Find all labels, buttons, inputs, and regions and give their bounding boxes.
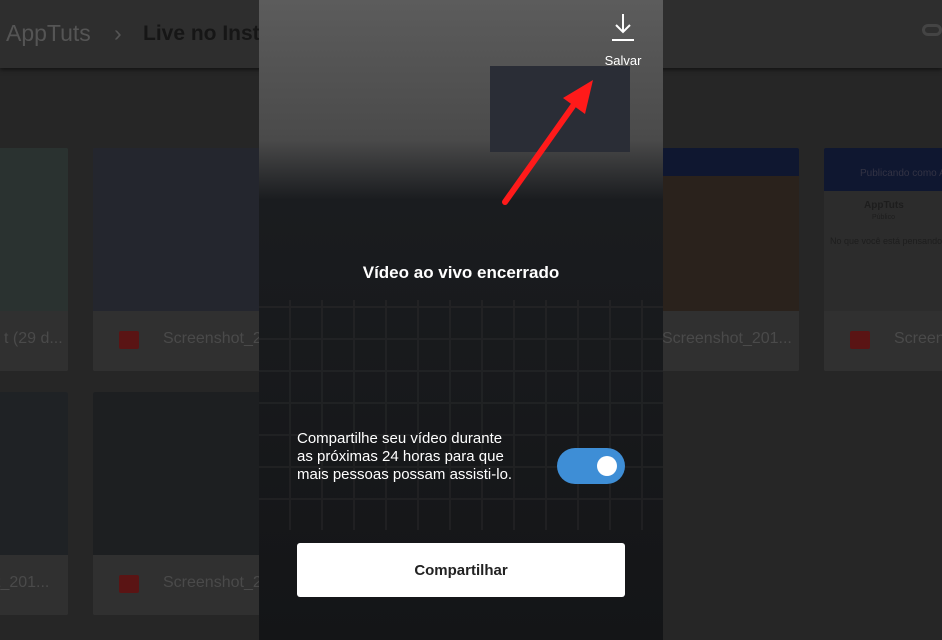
preview-app: AppTuts	[864, 200, 904, 211]
breadcrumb-chevron-icon: ›	[114, 20, 122, 46]
preview-header: Publicando como A	[824, 148, 942, 191]
share-button[interactable]: Compartilhar	[297, 543, 625, 597]
file-name: t_201...	[0, 574, 50, 591]
image-file-icon	[119, 575, 139, 593]
file-name: Screenshot_2...	[163, 330, 261, 347]
red-arrow-annotation	[502, 80, 593, 205]
file-name: Screen...	[894, 330, 942, 347]
download-icon	[612, 14, 634, 41]
save-button[interactable]: Salvar	[596, 12, 650, 68]
share-toggle[interactable]	[557, 448, 625, 484]
file-card[interactable]: t (29 d...	[0, 148, 68, 371]
save-label: Salvar	[604, 53, 642, 68]
image-file-icon	[119, 331, 139, 349]
toggle-knob	[597, 456, 617, 476]
preview-prompt: No que você está pensando	[830, 236, 942, 246]
share-description: Compartilhe seu vídeo durante as próxima…	[297, 430, 513, 483]
file-name: Screenshot_2...	[163, 574, 261, 591]
file-name: t (29 d...	[4, 330, 63, 347]
breadcrumb-root[interactable]: AppTuts	[6, 20, 91, 47]
file-card[interactable]: Screenshot_2...	[93, 392, 261, 615]
image-file-icon	[850, 331, 870, 349]
breadcrumb-current[interactable]: Live no Inst	[143, 22, 260, 46]
overlay-title: Vídeo ao vivo encerrado	[362, 263, 560, 282]
preview-privacy: Público	[872, 214, 895, 221]
file-card[interactable]: Publicando como A AppTuts Público No que…	[824, 148, 942, 371]
file-name: Screenshot_201...	[662, 330, 792, 347]
link-icon[interactable]	[922, 24, 942, 36]
file-card[interactable]: t_201...	[0, 392, 68, 615]
file-card[interactable]: Screenshot_201...	[662, 148, 799, 371]
file-card[interactable]: Screenshot_2...	[93, 148, 261, 371]
background-keyboard	[259, 300, 663, 530]
